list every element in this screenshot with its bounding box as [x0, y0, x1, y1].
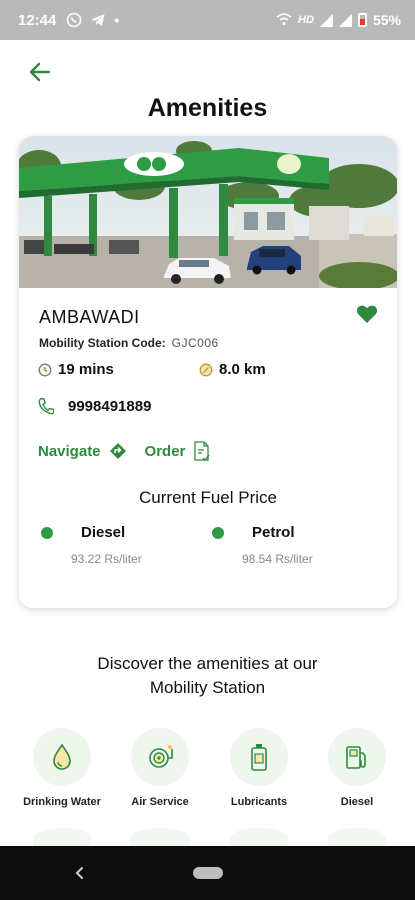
- fuel-dot-icon: [212, 527, 224, 539]
- fuel-pump-icon[interactable]: [328, 728, 386, 786]
- discover-line-2: Mobility Station: [149, 678, 266, 697]
- amenity-drinking-water[interactable]: Drinking Water: [17, 728, 107, 808]
- signal-icon: [319, 13, 333, 27]
- system-home-button[interactable]: [192, 867, 223, 879]
- status-bar: 12:44 • HD 55%: [0, 0, 415, 40]
- telegram-icon: [91, 14, 105, 26]
- travel-time-value: 19 mins: [58, 361, 114, 378]
- station-actions: Navigate Order: [38, 441, 211, 461]
- whatsapp-icon: [67, 12, 82, 28]
- amenity-air-service[interactable]: Air Service: [115, 728, 205, 808]
- travel-time: 19 mins: [38, 361, 114, 378]
- fuel-dot-icon: [41, 527, 53, 539]
- station-code-value: GJC006: [171, 336, 219, 350]
- chevron-left-icon: [75, 867, 83, 879]
- station-code-label: Mobility Station Code:: [39, 336, 166, 350]
- page-title: Amenities: [147, 94, 268, 122]
- amenity-next-row-partial: [230, 828, 288, 848]
- phone-number: 9998491889: [68, 397, 152, 415]
- amenity-label: Lubricants: [230, 796, 288, 808]
- distance-value: 8.0 km: [219, 361, 266, 378]
- air-pump-icon[interactable]: [131, 728, 189, 786]
- notification-dot-icon: •: [114, 12, 120, 28]
- order-document-icon: [194, 441, 210, 461]
- fuel-name: Diesel: [81, 524, 126, 541]
- water-drop-icon[interactable]: [33, 728, 91, 786]
- arrow-left-icon: [29, 62, 51, 82]
- phone-number-link[interactable]: 9998491889: [38, 397, 151, 415]
- fuel-name: Petrol: [252, 524, 295, 541]
- station-code-row: Mobility Station Code: GJC006: [39, 336, 219, 350]
- navigate-label: Navigate: [38, 442, 101, 460]
- lubricant-can-icon[interactable]: [230, 728, 288, 786]
- amenity-next-row-partial: [33, 828, 91, 848]
- navigate-direction-icon: [109, 443, 126, 459]
- station-name: AMBAWADI: [39, 307, 140, 327]
- distance-icon: [199, 363, 213, 376]
- back-button[interactable]: [26, 58, 54, 86]
- battery-percent: 55%: [372, 12, 401, 28]
- discover-line-1: Discover the amenities at our: [97, 654, 318, 673]
- system-back-button[interactable]: [70, 861, 90, 885]
- status-time: 12:44: [18, 11, 57, 29]
- navigate-button[interactable]: Navigate: [38, 442, 127, 460]
- amenity-label: Drinking Water: [23, 796, 101, 808]
- amenity-label: Air Service: [131, 796, 189, 808]
- network-type-label: HD: [298, 14, 314, 26]
- station-photo: [19, 136, 397, 288]
- clock-icon: [38, 363, 52, 376]
- amenity-next-row-partial: [131, 828, 189, 848]
- amenity-next-row-partial: [328, 828, 386, 848]
- phone-icon: [38, 397, 54, 415]
- fuel-price: 98.54 Rs/liter: [242, 552, 313, 566]
- order-button[interactable]: Order: [145, 441, 212, 461]
- battery-icon: [357, 13, 367, 27]
- system-nav-bar: [0, 846, 415, 900]
- amenity-label: Diesel: [340, 796, 374, 808]
- order-label: Order: [144, 442, 186, 460]
- amenity-diesel[interactable]: Diesel: [312, 728, 402, 808]
- wifi-calling-icon: [276, 13, 292, 25]
- favorite-heart-icon[interactable]: [356, 304, 378, 324]
- distance: 8.0 km: [199, 361, 266, 378]
- discover-heading: Discover the amenities at our Mobility S…: [0, 652, 415, 700]
- station-card: AMBAWADI Mobility Station Code: GJC006 19…: [19, 136, 397, 608]
- fuel-price-title: Current Fuel Price: [139, 488, 277, 507]
- amenity-lubricants[interactable]: Lubricants: [214, 728, 304, 808]
- fuel-price: 93.22 Rs/liter: [71, 552, 142, 566]
- signal-icon: [338, 13, 352, 27]
